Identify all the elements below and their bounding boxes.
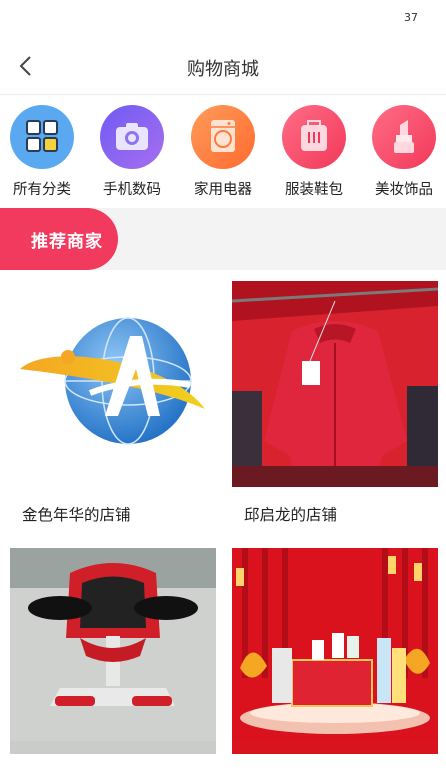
category-clothing[interactable]: 服装鞋包 — [272, 105, 356, 199]
shop-name: 金色年华的店铺 — [22, 506, 131, 524]
camera-icon — [100, 105, 164, 169]
lipstick-icon — [372, 105, 436, 169]
shop-image — [10, 548, 216, 754]
red-jacket-image — [232, 281, 438, 487]
washing-machine-icon — [191, 105, 255, 169]
category-label: 服装鞋包 — [285, 182, 343, 198]
bag-icon — [282, 105, 346, 169]
child-seat-image — [10, 548, 216, 741]
section-title: 推荐商家 — [31, 232, 103, 252]
grid-icon — [10, 105, 74, 169]
shop-image — [232, 548, 438, 754]
status-bar: 37 — [0, 0, 446, 40]
category-row: 所有分类 手机数码 家用电器 服装鞋包 美妆饰品 — [0, 95, 446, 208]
shop-image — [232, 281, 438, 487]
category-appliances[interactable]: 家用电器 — [181, 105, 265, 199]
category-label: 所有分类 — [13, 182, 71, 198]
shop-card[interactable]: 邱启龙的店铺 — [232, 281, 438, 525]
shop-name: 邱启龙的店铺 — [244, 506, 338, 524]
category-label: 家用电器 — [194, 182, 252, 198]
category-phones[interactable]: 手机数码 — [90, 105, 174, 199]
shop-card[interactable] — [232, 548, 438, 770]
page-title: 购物商城 — [187, 59, 259, 80]
app-header: 购物商城 — [0, 40, 446, 95]
product-display-image — [232, 548, 438, 741]
section-header: 推荐商家 — [0, 208, 446, 270]
recommended-merchants-tab[interactable]: 推荐商家 — [0, 208, 118, 270]
shop-card[interactable]: 金色年华的店铺 — [10, 281, 216, 525]
shop-image — [10, 281, 216, 487]
category-all[interactable]: 所有分类 — [0, 105, 84, 199]
category-label: 手机数码 — [103, 182, 161, 198]
category-label: 美妆饰品 — [375, 182, 433, 198]
battery-level: 37 — [404, 11, 418, 24]
category-cosmetics[interactable]: 美妆饰品 — [362, 105, 446, 199]
shop-card[interactable] — [10, 548, 216, 770]
globe-logo-icon — [20, 317, 205, 445]
